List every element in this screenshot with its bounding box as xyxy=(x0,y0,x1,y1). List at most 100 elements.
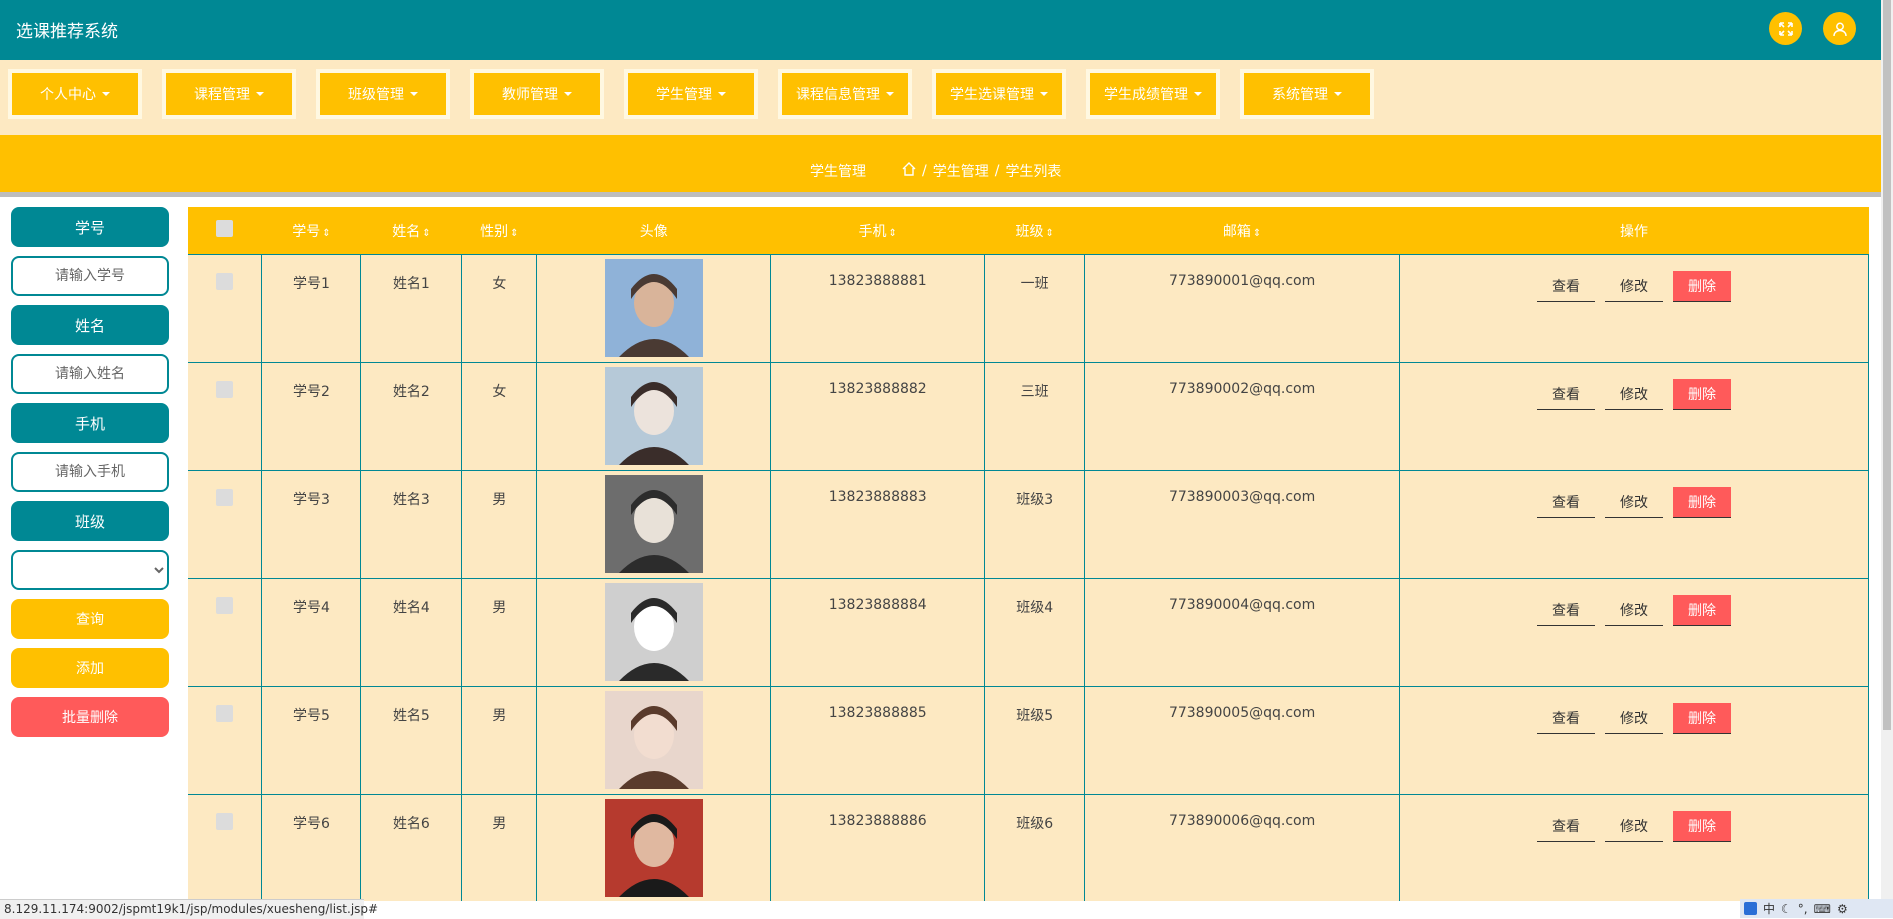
student-table: 学号 ⇕ 姓名 ⇕ 性别 ⇕ 头像 手机 ⇕ 班级 ⇕ 邮箱 ⇕ 操作 学号1 姓名1 女 xyxy=(188,207,1869,901)
settings-icon[interactable]: ⚙ xyxy=(1837,902,1848,916)
top-header: 选课推荐系统 xyxy=(0,0,1881,60)
view-button[interactable]: 查看 xyxy=(1537,271,1596,302)
keyboard-icon[interactable]: ⌨ xyxy=(1814,902,1831,916)
sort-icon: ⇕ xyxy=(422,227,431,239)
nav-system-management[interactable]: 系统管理 xyxy=(1240,69,1374,119)
cell-gender: 女 xyxy=(461,254,538,363)
nav-course-selection-management[interactable]: 学生选课管理 xyxy=(932,69,1066,119)
sort-icon: ⇕ xyxy=(888,227,897,239)
col-phone[interactable]: 手机 ⇕ xyxy=(770,207,985,255)
scrollbar-thumb[interactable] xyxy=(1883,0,1891,730)
edit-button[interactable]: 修改 xyxy=(1605,595,1664,626)
delete-button[interactable]: 删除 xyxy=(1673,811,1732,842)
cell-avatar xyxy=(536,578,772,687)
home-icon[interactable] xyxy=(902,162,916,180)
col-email[interactable]: 邮箱 ⇕ xyxy=(1084,207,1400,255)
cell-email: 773890001@qq.com xyxy=(1084,254,1401,363)
user-icon[interactable] xyxy=(1823,12,1856,45)
delete-button[interactable]: 删除 xyxy=(1673,703,1732,734)
nav-personal-center[interactable]: 个人中心 xyxy=(8,69,142,119)
nav-label: 班级管理 xyxy=(348,87,404,103)
edit-button[interactable]: 修改 xyxy=(1605,703,1664,734)
caret-down-icon xyxy=(256,92,264,96)
cell-name: 姓名3 xyxy=(360,470,463,579)
add-button[interactable]: 添加 xyxy=(11,648,169,688)
edit-button[interactable]: 修改 xyxy=(1605,811,1664,842)
delete-button[interactable]: 删除 xyxy=(1673,487,1732,518)
caret-down-icon xyxy=(564,92,572,96)
sort-icon: ⇕ xyxy=(1045,227,1054,239)
table-row: 学号4 姓名4 男 13823888884 班级4 773890004@qq.c… xyxy=(188,578,1869,687)
col-class[interactable]: 班级 ⇕ xyxy=(984,207,1085,255)
ime-logo-icon[interactable] xyxy=(1744,902,1757,915)
row-actions: 查看 修改 删除 xyxy=(1537,703,1732,734)
nav-course-info-management[interactable]: 课程信息管理 xyxy=(778,69,912,119)
table-header-row: 学号 ⇕ 姓名 ⇕ 性别 ⇕ 头像 手机 ⇕ 班级 ⇕ 邮箱 ⇕ 操作 xyxy=(188,207,1869,255)
phone-input[interactable] xyxy=(11,452,169,492)
view-button[interactable]: 查看 xyxy=(1537,703,1596,734)
row-actions: 查看 修改 删除 xyxy=(1537,487,1732,518)
delete-button[interactable]: 删除 xyxy=(1673,271,1732,302)
edit-button[interactable]: 修改 xyxy=(1605,487,1664,518)
table-body: 学号1 姓名1 女 13823888881 一班 773890001@qq.co… xyxy=(188,254,1869,901)
name-input[interactable] xyxy=(11,354,169,394)
nav-label: 学生成绩管理 xyxy=(1104,87,1188,103)
cell-name: 姓名6 xyxy=(360,794,463,901)
cell-actions: 查看 修改 删除 xyxy=(1399,578,1869,687)
cell-name: 姓名5 xyxy=(360,686,463,795)
row-select-cell xyxy=(188,254,263,363)
nav-student-management[interactable]: 学生管理 xyxy=(624,69,758,119)
cell-email: 773890003@qq.com xyxy=(1084,470,1401,579)
edit-button[interactable]: 修改 xyxy=(1605,271,1664,302)
cell-gender: 男 xyxy=(461,794,538,901)
row-checkbox[interactable] xyxy=(216,597,234,614)
col-label: 手机 xyxy=(858,223,887,240)
phone-label: 手机 xyxy=(11,403,169,443)
breadcrumb-item-student-management[interactable]: 学生管理 xyxy=(933,161,989,181)
col-gender[interactable]: 性别 ⇕ xyxy=(461,207,537,255)
delete-button[interactable]: 删除 xyxy=(1673,379,1732,410)
cell-studentno: 学号2 xyxy=(261,362,362,471)
delete-button[interactable]: 删除 xyxy=(1673,595,1732,626)
moon-icon[interactable]: ☾ xyxy=(1781,902,1792,916)
cell-avatar xyxy=(536,254,772,363)
nav-teacher-management[interactable]: 教师管理 xyxy=(470,69,604,119)
row-checkbox[interactable] xyxy=(216,273,234,290)
ime-language[interactable]: 中 xyxy=(1763,900,1775,917)
avatar xyxy=(604,475,703,573)
nav-class-management[interactable]: 班级管理 xyxy=(316,69,450,119)
punctuation-icon[interactable]: °, xyxy=(1798,902,1808,916)
row-checkbox[interactable] xyxy=(216,381,234,398)
view-button[interactable]: 查看 xyxy=(1537,811,1596,842)
nav-label: 教师管理 xyxy=(502,87,558,103)
nav-course-management[interactable]: 课程管理 xyxy=(162,69,296,119)
view-button[interactable]: 查看 xyxy=(1537,379,1596,410)
nav-label: 系统管理 xyxy=(1272,87,1328,103)
class-select[interactable] xyxy=(11,550,169,590)
search-button[interactable]: 查询 xyxy=(11,599,169,639)
view-button[interactable]: 查看 xyxy=(1537,487,1596,518)
expand-icon[interactable] xyxy=(1769,12,1802,45)
select-all-checkbox[interactable] xyxy=(216,220,234,237)
studentno-input[interactable] xyxy=(11,256,169,296)
batch-delete-button[interactable]: 批量删除 xyxy=(11,697,169,737)
avatar xyxy=(604,799,703,897)
nav-grade-management[interactable]: 学生成绩管理 xyxy=(1086,69,1220,119)
vertical-scrollbar[interactable] xyxy=(1881,0,1893,918)
col-studentno[interactable]: 学号 ⇕ xyxy=(261,207,361,255)
row-checkbox[interactable] xyxy=(216,489,234,506)
nav-label: 学生选课管理 xyxy=(950,87,1034,103)
row-checkbox[interactable] xyxy=(216,813,234,830)
cell-avatar xyxy=(536,794,772,901)
col-label: 头像 xyxy=(639,223,668,240)
cell-name: 姓名4 xyxy=(360,578,463,687)
col-name[interactable]: 姓名 ⇕ xyxy=(360,207,462,255)
caret-down-icon xyxy=(102,92,110,96)
row-checkbox[interactable] xyxy=(216,705,234,722)
row-select-cell xyxy=(188,362,263,471)
name-label: 姓名 xyxy=(11,305,169,345)
cell-phone: 13823888883 xyxy=(770,470,986,579)
avatar xyxy=(604,583,703,681)
view-button[interactable]: 查看 xyxy=(1537,595,1596,626)
edit-button[interactable]: 修改 xyxy=(1605,379,1664,410)
